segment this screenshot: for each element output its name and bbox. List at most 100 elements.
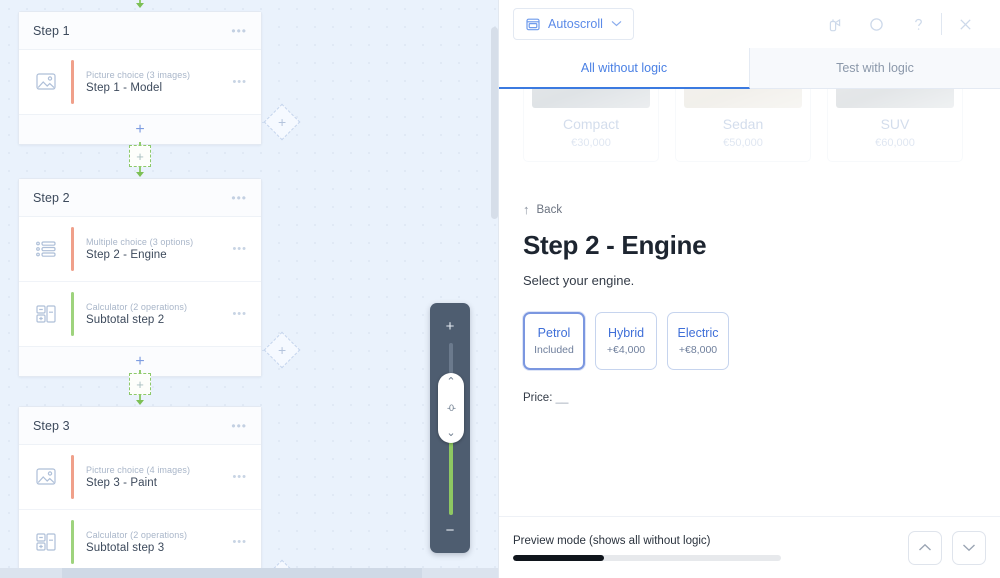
next-step-button[interactable] [952,530,986,565]
price-label: Price: [523,392,553,404]
close-icon[interactable] [944,9,986,39]
question-accent-bar [71,227,74,271]
megaphone-icon[interactable] [813,9,855,39]
add-step-side-button-2[interactable]: + [263,331,301,369]
step-menu-button[interactable]: ••• [231,192,247,204]
calculator-icon [31,300,61,328]
previous-step-button[interactable] [908,530,942,565]
question-type: Calculator (2 operations) [86,530,188,540]
progress-bar [513,554,781,561]
step-header-1[interactable]: Step 1 ••• [19,12,261,50]
preview-title: Step 2 - Engine [523,230,707,260]
canvas-horizontal-scroll-thumb[interactable] [62,568,422,578]
question-menu-button[interactable]: ••• [232,308,247,320]
question-name: Subtotal step 2 [86,314,165,326]
question-row[interactable]: Calculator (2 operations) Subtotal step … [19,509,261,574]
flow-canvas[interactable]: Step 1 ••• Picture choice (3 images) Ste… [0,0,498,578]
zoom-in-button[interactable]: + [430,313,470,339]
back-link[interactable]: ↑ Back [499,202,1000,217]
connector-arrow [136,400,144,405]
question-menu-button[interactable]: ••• [232,536,247,548]
ghost-card[interactable]: Compact €30,000 [523,89,659,162]
option-label: Electric [677,326,719,340]
add-between-steps-button-1[interactable]: + [129,145,151,167]
preview-mode-label: Preview mode (shows all without logic) [513,534,711,547]
add-question-button[interactable]: + [19,114,261,144]
tab-test-with-logic[interactable]: Test with logic [750,48,1000,88]
option-price: Included [534,344,574,356]
step-card-3[interactable]: Step 3 ••• Picture choice (4 images) Ste… [18,406,262,578]
question-menu-button[interactable]: ••• [232,471,247,483]
step-title: Step 2 [33,190,70,205]
calculator-icon [31,528,61,556]
question-type: Picture choice (3 images) [86,70,191,80]
plus-icon: + [277,342,287,358]
step-menu-button[interactable]: ••• [231,420,247,432]
option-label: Hybrid [607,326,645,340]
connector-arrow [136,3,144,8]
option-petrol[interactable]: Petrol Included [523,312,585,370]
step-header-3[interactable]: Step 3 ••• [19,407,261,445]
card-price: €30,000 [571,137,611,149]
question-name: Step 1 - Model [86,82,163,94]
question-type: Calculator (2 operations) [86,302,188,312]
ghost-card[interactable]: SUV €60,000 [827,89,963,162]
header-icon-group [813,9,986,39]
help-icon[interactable] [897,9,939,39]
connector-arrow [136,172,144,177]
add-between-steps-button-2[interactable]: + [129,373,151,395]
preview-panel-footer: Preview mode (shows all without logic) [499,516,1000,578]
step-card-1[interactable]: Step 1 ••• Picture choice (3 images) Ste… [18,11,262,145]
image-icon [31,463,61,491]
canvas-vertical-scrollbar[interactable] [491,27,498,219]
question-text: Multiple choice (3 options) Step 2 - Eng… [86,237,232,261]
question-menu-button[interactable]: ••• [232,243,247,255]
price-line: Price: __ [499,392,1000,404]
step-menu-button[interactable]: ••• [231,25,247,37]
question-row[interactable]: Multiple choice (3 options) Step 2 - Eng… [19,217,261,281]
autoscroll-label: Autoscroll [548,17,603,31]
preview-subtitle: Select your engine. [523,273,635,288]
question-text: Calculator (2 operations) Subtotal step … [86,530,232,554]
question-row[interactable]: Calculator (2 operations) Subtotal step … [19,281,261,346]
question-accent-bar [71,292,74,336]
tab-all-without-logic[interactable]: All without logic [499,48,750,89]
step-header-2[interactable]: Step 2 ••• [19,179,261,217]
ghost-card-row: Compact €30,000 Sedan €50,000 SUV €60,00… [499,89,1000,162]
zoom-out-button[interactable]: − [430,517,470,543]
plus-icon: + [136,376,144,392]
chevron-down-icon [611,19,622,30]
question-accent-bar [71,520,74,564]
step-card-2[interactable]: Step 2 ••• Multiple choice (3 options) S… [18,178,262,377]
card-name: Compact [562,116,620,132]
refresh-icon[interactable] [855,9,897,39]
ghost-card[interactable]: Sedan €50,000 [675,89,811,162]
form-preview-area[interactable]: Compact €30,000 Sedan €50,000 SUV €60,00… [499,89,1000,516]
preview-panel-header: Autoscroll [499,0,1000,48]
engine-option-group: Petrol Included Hybrid +€4,000 Electric … [499,312,1000,370]
question-type: Multiple choice (3 options) [86,237,194,247]
preview-mode-block: Preview mode (shows all without logic) [513,535,781,561]
zoom-level-indicator: -0- [447,402,456,413]
question-row[interactable]: Picture choice (4 images) Step 3 - Paint… [19,445,261,509]
add-step-side-button-1[interactable]: + [263,103,301,141]
zoom-control[interactable]: + ⌃ -0- ⌄ − [430,303,470,553]
option-electric[interactable]: Electric +€8,000 [667,312,729,370]
question-menu-button[interactable]: ••• [232,76,247,88]
question-text: Calculator (2 operations) Subtotal step … [86,302,232,326]
zoom-slider-handle[interactable]: ⌃ -0- ⌄ [438,373,464,443]
option-label: Petrol [537,326,571,340]
form-card-icon [525,16,541,32]
canvas-horizontal-scrollbar[interactable] [0,568,498,578]
question-accent-bar [71,455,74,499]
card-image-placeholder [684,89,802,108]
option-hybrid[interactable]: Hybrid +€4,000 [595,312,657,370]
option-price: +€4,000 [606,344,646,356]
card-price: €50,000 [723,137,763,149]
autoscroll-dropdown[interactable]: Autoscroll [513,8,634,40]
app-root: Step 1 ••• Picture choice (3 images) Ste… [0,0,1000,578]
question-row[interactable]: Picture choice (3 images) Step 1 - Model… [19,50,261,114]
card-image-placeholder [836,89,954,108]
card-image-placeholder [532,89,650,108]
question-name: Step 2 - Engine [86,249,167,261]
